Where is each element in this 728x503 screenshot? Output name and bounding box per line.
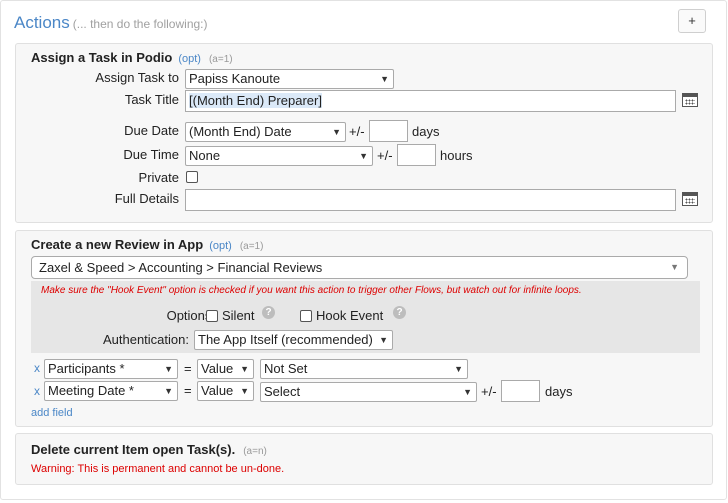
token-picker-icon[interactable] (682, 93, 698, 107)
field-value-select[interactable]: Select ▼ (260, 382, 477, 402)
meeting-date-offset-input[interactable] (501, 380, 540, 402)
meeting-date-unit: days (545, 384, 573, 399)
due-time-label: Due Time (123, 147, 179, 162)
silent-label: Silent (222, 308, 255, 323)
task-annotation: (a=1) (208, 54, 233, 65)
actions-container: Actions (... then do the following:) + As… (0, 0, 727, 500)
authentication-label: Authentication: (102, 332, 189, 347)
full-details-label: Full Details (114, 191, 179, 206)
actions-subtitle: (... then do the following:) (72, 17, 208, 31)
chevron-down-icon: ▼ (670, 262, 679, 272)
chevron-down-icon: ▼ (454, 364, 463, 374)
remove-field-button[interactable]: x (34, 384, 40, 398)
hook-event-label: Hook Event (316, 308, 384, 323)
equals-sign: = (184, 361, 192, 376)
add-action-button[interactable]: + (678, 9, 706, 33)
actions-header: Actions (... then do the following:) (14, 13, 208, 33)
remove-field-button[interactable]: x (34, 361, 40, 375)
delete-warning: Warning: This is permanent and cannot be… (31, 463, 285, 475)
due-time-unit: hours (440, 148, 473, 163)
due-date-select[interactable]: (Month End) Date ▼ (185, 122, 346, 142)
due-time-select[interactable]: None ▼ (185, 146, 373, 166)
task-title-input[interactable]: [(Month End) Preparer] (185, 90, 676, 112)
authentication-select[interactable]: The App Itself (recommended) ▼ (194, 330, 393, 350)
silent-checkbox[interactable] (206, 310, 218, 322)
create-review-title: Create a new Review in App (opt) (a=1) (31, 237, 264, 252)
delete-tasks-title: Delete current Item open Task(s). (a=n) (31, 442, 267, 457)
full-details-input[interactable] (185, 189, 676, 211)
chevron-down-icon: ▼ (164, 364, 173, 374)
review-opt-link[interactable]: (opt) (209, 240, 232, 252)
chevron-down-icon: ▼ (380, 74, 389, 84)
due-date-unit: days (412, 124, 440, 139)
meeting-date-plusminus: +/- (481, 384, 497, 399)
token-picker-icon[interactable] (682, 192, 698, 206)
app-select[interactable]: Zaxel & Speed > Accounting > Financial R… (31, 256, 688, 279)
equals-sign: = (184, 383, 192, 398)
hook-event-warning: Make sure the "Hook Event" option is che… (41, 285, 582, 296)
assign-task-to-label: Assign Task to (95, 70, 179, 85)
chevron-down-icon: ▼ (164, 386, 173, 396)
chevron-down-icon: ▼ (463, 387, 472, 397)
due-date-plusminus: +/- (349, 124, 365, 139)
task-opt-link[interactable]: (opt) (178, 53, 201, 65)
due-time-plusminus: +/- (377, 148, 393, 163)
field-select[interactable]: Participants * ▼ (44, 359, 178, 379)
chevron-down-icon: ▼ (332, 127, 341, 137)
value-mode-select[interactable]: Value ▼ (197, 359, 254, 379)
delete-annotation: (a=n) (243, 446, 267, 457)
chevron-down-icon: ▼ (379, 335, 388, 345)
due-date-offset-input[interactable] (369, 120, 408, 142)
value-mode-select[interactable]: Value ▼ (197, 381, 254, 401)
add-field-link[interactable]: add field (31, 407, 73, 419)
due-time-offset-input[interactable] (397, 144, 436, 166)
field-select[interactable]: Meeting Date * ▼ (44, 381, 178, 401)
chevron-down-icon: ▼ (240, 364, 249, 374)
chevron-down-icon: ▼ (240, 386, 249, 396)
assign-task-to-select[interactable]: Papiss Kanoute ▼ (185, 69, 394, 89)
help-icon[interactable]: ? (393, 306, 406, 319)
delete-tasks-panel (15, 433, 713, 485)
options-label: Options: (166, 308, 215, 323)
due-date-label: Due Date (124, 123, 179, 138)
field-value-select[interactable]: Not Set ▼ (260, 359, 468, 379)
task-title-label: Task Title (124, 92, 179, 107)
private-checkbox[interactable] (186, 171, 198, 183)
help-icon[interactable]: ? (262, 306, 275, 319)
review-annotation: (a=1) (239, 241, 264, 252)
hook-event-checkbox[interactable] (300, 310, 312, 322)
actions-title: Actions (14, 13, 70, 32)
assign-task-title: Assign a Task in Podio (opt) (a=1) (31, 50, 233, 65)
private-label: Private (138, 170, 179, 185)
chevron-down-icon: ▼ (359, 151, 368, 161)
